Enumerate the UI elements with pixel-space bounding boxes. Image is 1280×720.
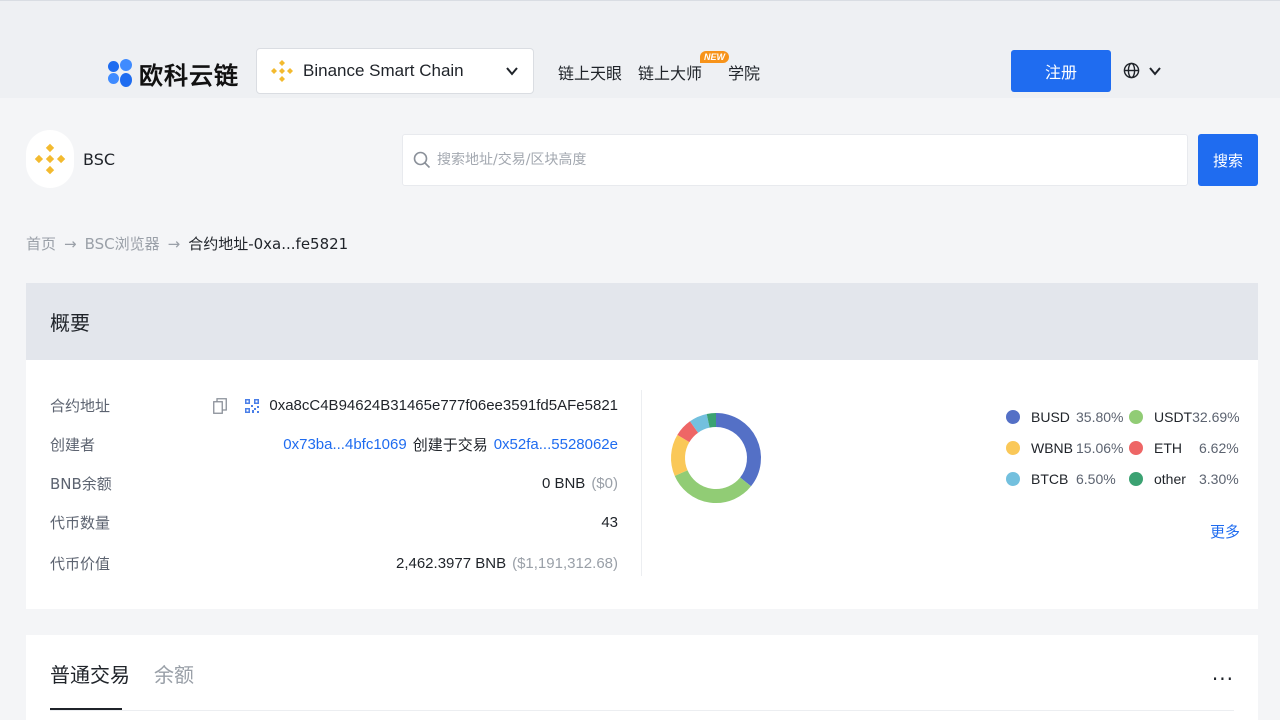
search-input[interactable] — [437, 152, 1137, 168]
breadcrumb-home[interactable]: 首页 — [26, 233, 56, 254]
transactions-card: 普通交易 余额 ... — [26, 635, 1258, 720]
breadcrumb: 首页 → BSC浏览器 → 合约地址-0xa...fe5821 — [26, 233, 348, 254]
legend-item-busd: BUSD 35.80% — [1006, 407, 1129, 427]
creator-address-link[interactable]: 0x73ba...4bfc1069 — [283, 436, 406, 453]
donut-slice-wbnb — [671, 434, 690, 476]
legend-item-eth: ETH 6.62% — [1129, 438, 1239, 458]
top-header: 欧科云链 Binance Smart Chain 链上天眼 链上大师 NEW 学… — [0, 0, 1280, 98]
token-value-bnb: 2,462.3977 BNB — [395, 555, 507, 572]
nav-item-onchain-master[interactable]: 链上大师 — [638, 60, 702, 84]
creation-tx-link[interactable]: 0x52fa...5528062e — [494, 436, 618, 453]
legend-label: BTCB — [1031, 471, 1069, 487]
donut-slice-btcb — [690, 413, 710, 433]
vertical-divider — [641, 390, 642, 576]
legend-percentage: 3.30% — [1199, 471, 1239, 487]
donut-slice-usdt — [674, 469, 752, 503]
bnb-balance-value: 0 BNB — [541, 475, 586, 492]
token-distribution-legend: BUSD 35.80% USDT 32.69% WBNB 15.06% ETH 6.62% BT… — [1006, 407, 1240, 489]
legend-item-wbnb: WBNB 15.06% — [1006, 438, 1129, 458]
chevron-down-icon — [1149, 66, 1161, 76]
legend-dot — [1129, 472, 1143, 486]
bnb-balance-usd: ($0) — [591, 475, 618, 492]
language-selector[interactable] — [1123, 62, 1162, 79]
legend-label: BUSD — [1031, 409, 1070, 425]
chain-selector[interactable]: Binance Smart Chain — [256, 48, 534, 94]
chain-name: BSC — [83, 150, 116, 169]
logo-text: 欧科云链 — [139, 62, 239, 90]
copy-icon[interactable] — [213, 397, 228, 414]
legend-percentage: 15.06% — [1076, 440, 1124, 456]
legend-percentage: 32.69% — [1192, 409, 1240, 425]
contract-address-value: 0xa8cC4B94624B31465e777f06ee3591fd5AFe58… — [269, 397, 618, 414]
search-box[interactable] — [402, 134, 1188, 186]
legend-label: WBNB — [1031, 440, 1073, 456]
overview-card: 概要 合约地址 0xa8cC4B94624B31465e777f06ee3591… — [26, 283, 1258, 609]
bnb-balance-row: BNB余额 0 BNB ($0) — [50, 473, 618, 494]
okx-link-logo[interactable]: 欧科云链 — [108, 56, 239, 91]
token-count-row: 代币数量 43 — [50, 512, 618, 533]
search-button[interactable]: 搜索 — [1198, 134, 1258, 186]
legend-dot — [1006, 410, 1020, 424]
logo-icon — [108, 58, 132, 89]
chain-coin-badge — [26, 130, 74, 188]
contract-address-label: 合约地址 — [50, 397, 111, 415]
token-value-label: 代币价值 — [50, 555, 111, 573]
tab-normal-transactions[interactable]: 普通交易 — [50, 659, 130, 688]
bnb-icon — [271, 60, 293, 82]
donut-slice-other — [706, 413, 717, 428]
donut-slice-eth — [677, 421, 699, 443]
more-link[interactable]: 更多 — [1210, 521, 1240, 542]
legend-label: USDT — [1154, 409, 1193, 425]
legend-dot — [1129, 410, 1143, 424]
legend-dot — [1006, 472, 1020, 486]
legend-percentage: 35.80% — [1076, 409, 1124, 425]
token-count-label: 代币数量 — [50, 514, 111, 532]
legend-item-other: other 3.30% — [1129, 469, 1239, 489]
nav-item-onchain-eye[interactable]: 链上天眼 — [558, 60, 622, 84]
token-value-row: 代币价值 2,462.3977 BNB ($1,191,312.68) — [50, 553, 618, 574]
register-button[interactable]: 注册 — [1011, 50, 1111, 92]
legend-percentage: 6.62% — [1199, 440, 1239, 456]
tabs-divider — [50, 710, 1234, 711]
bnb-balance-label: BNB余额 — [50, 475, 112, 493]
bnb-icon — [34, 143, 66, 175]
chevron-down-icon — [506, 67, 518, 76]
overview-title: 概要 — [26, 283, 1258, 360]
donut-slice-busd — [715, 413, 761, 487]
nav-item-academy[interactable]: 学院 — [728, 60, 760, 84]
globe-icon — [1123, 62, 1140, 79]
breadcrumb-separator: → — [167, 234, 181, 253]
new-badge: NEW — [700, 51, 729, 63]
search-icon — [413, 151, 431, 169]
creator-mid-text: 创建于交易 — [412, 437, 488, 454]
legend-percentage: 6.50% — [1076, 471, 1116, 487]
legend-label: ETH — [1154, 440, 1182, 456]
breadcrumb-separator: → — [64, 234, 77, 253]
contract-address-row: 合约地址 0xa8cC4B94624B31465e777f06ee3591fd5… — [50, 395, 618, 416]
breadcrumb-current: 合约地址-0xa...fe5821 — [188, 235, 349, 253]
tab-balance[interactable]: 余额 — [154, 659, 194, 688]
more-options-icon[interactable]: ... — [1212, 661, 1234, 685]
breadcrumb-bsc-explorer[interactable]: BSC浏览器 — [85, 233, 160, 254]
legend-item-btcb: BTCB 6.50% — [1006, 469, 1129, 489]
token-value-usd: ($1,191,312.68) — [512, 555, 618, 572]
token-distribution-donut — [671, 413, 761, 503]
legend-item-usdt: USDT 32.69% — [1129, 407, 1240, 427]
token-count-value: 43 — [601, 514, 618, 531]
creator-label: 创建者 — [50, 436, 96, 454]
creator-row: 创建者 0x73ba...4bfc1069 创建于交易 0x52fa...552… — [50, 434, 618, 455]
chain-selector-value: Binance Smart Chain — [303, 61, 464, 80]
qr-code-icon[interactable] — [245, 398, 260, 413]
legend-dot — [1129, 441, 1143, 455]
legend-label: other — [1154, 471, 1186, 487]
legend-dot — [1006, 441, 1020, 455]
